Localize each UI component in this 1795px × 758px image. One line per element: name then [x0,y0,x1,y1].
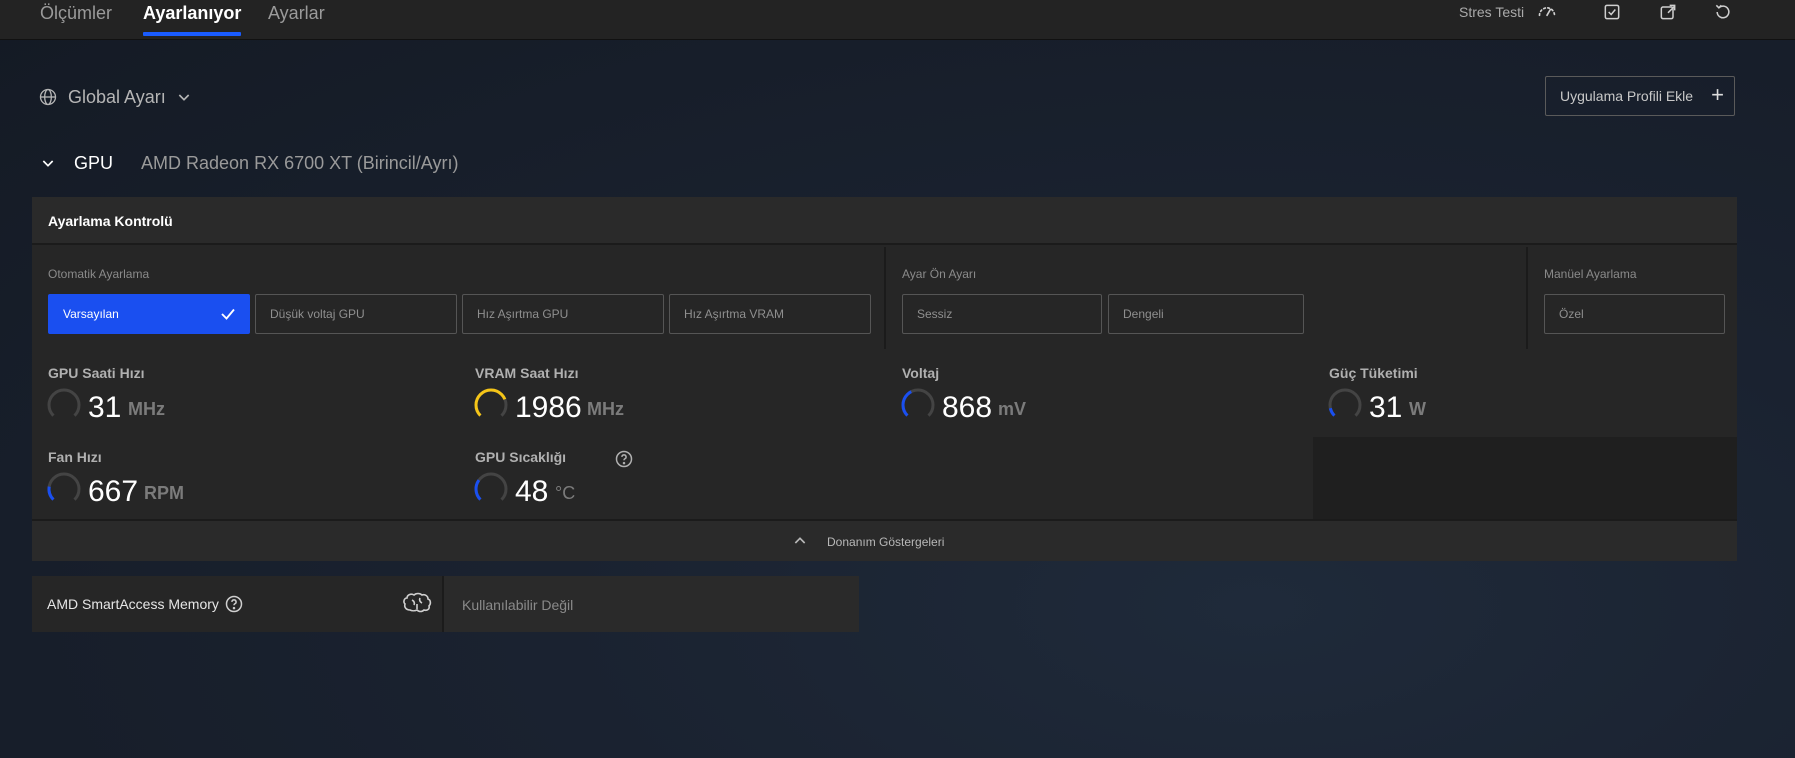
gauge-icon [47,388,81,422]
metric-gpu-clock: GPU Saati Hızı 31 MHz [32,353,457,435]
plus-icon: + [1711,82,1724,107]
gpu-header: GPU AMD Radeon RX 6700 XT (Birincil/Ayrı… [40,150,458,176]
global-profile-selector[interactable]: Global Ayarı [38,84,192,110]
gauge-track [901,388,935,422]
reset-icon[interactable] [1711,0,1735,24]
auto-tuning-section: Otomatik Ayarlama Varsayılan Düşük volta… [32,247,884,349]
option-balanced[interactable]: Dengeli [1108,294,1304,334]
metric-power: Güç Tüketimi 31 W [1313,353,1737,435]
metric-vram-clock: VRAM Saat Hızı 1986 MHz [459,353,884,435]
metric-label: GPU Saati Hızı [48,365,145,381]
gauge-track [474,472,508,506]
gauge-icon [901,388,935,422]
help-icon[interactable] [224,594,244,614]
top-bar: Ölçümler Ayarlanıyor Ayarlar Stres Testi [0,0,1795,40]
metric-value: 667 [88,475,139,508]
panel-header: Ayarlama Kontrolü [32,197,1737,245]
option-default-label: Varsayılan [63,307,119,321]
chevron-up-icon [794,537,806,544]
metric-fan-speed: Fan Hızı 667 RPM [32,437,457,519]
option-undervolt-gpu[interactable]: Düşük voltaj GPU [255,294,457,334]
tab-tuning-label: Ayarlanıyor [143,3,242,23]
option-quiet[interactable]: Sessiz [902,294,1102,334]
metric-unit: W [1409,399,1426,419]
panel-title: Ayarlama Kontrolü [48,213,173,229]
metric-voltage: Voltaj 868 mV [886,353,1311,435]
gauge-track [47,472,81,506]
gauge-icon[interactable] [1535,0,1559,24]
metric-unit: RPM [144,483,184,503]
tab-active-indicator [143,32,242,36]
option-overclock-vram[interactable]: Hız Aşırtma VRAM [669,294,871,334]
gauge-icon [47,472,81,506]
metric-unit: MHz [587,399,624,419]
gauge-fill [901,388,935,422]
gauge-fill [474,472,508,506]
gauge-fill [47,388,81,422]
tab-settings[interactable]: Ayarlar [268,0,325,36]
metric-value: 31 [1369,391,1403,424]
metric-gpu-temp: GPU Sıcaklığı 48 °C [459,437,884,519]
gauge-fill [47,472,81,506]
tuning-control-panel: Ayarlama Kontrolü Otomatik Ayarlama Vars… [32,197,1737,561]
gauge-icon [474,472,508,506]
metric-empty-slot [886,437,1311,519]
metric-value: 31 [88,391,122,424]
stress-test-label[interactable]: Stres Testi [1459,4,1524,20]
auto-tuning-label: Otomatik Ayarlama [48,267,150,281]
metric-value: 1986 [515,391,582,424]
chevron-collapse-icon[interactable] [40,155,56,171]
globe-icon [39,88,57,106]
gauge-track [47,388,81,422]
export-icon[interactable] [1656,0,1680,24]
apply-icon[interactable] [1600,0,1624,24]
metric-label: Güç Tüketimi [1329,365,1418,381]
metric-label: Fan Hızı [48,449,102,465]
metric-unit: MHz [128,399,165,419]
metric-value: 868 [942,391,993,424]
metric-label: GPU Sıcaklığı [475,449,567,465]
global-profile-label: Global Ayarı [68,86,166,107]
tab-metrics[interactable]: Ölçümler [40,0,112,36]
smart-access-memory-row: AMD SmartAccess Memory Kullanılabilir De… [32,576,859,632]
help-icon[interactable] [614,449,634,469]
gauge-icon [1328,388,1362,422]
gauge-fill [474,388,508,422]
metric-label: Voltaj [902,365,940,381]
brain-icon [403,592,432,613]
add-app-profile-button[interactable]: Uygulama Profili Ekle + [1545,76,1735,116]
metric-empty-slot [1313,437,1737,519]
smart-access-memory-status: Kullanılabilir Değil [462,597,574,613]
hardware-indicators-label: Donanım Göstergeleri [827,535,945,549]
gauge-icon [474,388,508,422]
chevron-down-icon [178,94,189,101]
manual-tuning-section: Manüel Ayarlama Özel [1528,247,1737,349]
option-custom[interactable]: Özel [1544,294,1725,334]
option-default[interactable]: Varsayılan [48,294,250,334]
option-overclock-gpu[interactable]: Hız Aşırtma GPU [462,294,664,334]
gpu-label: GPU [74,152,114,173]
gauge-track [474,388,508,422]
metric-value: 48 [515,475,549,508]
gauge-track [1328,388,1362,422]
metric-unit: mV [998,399,1027,419]
smart-access-memory-label-cell: AMD SmartAccess Memory [32,576,444,632]
preset-section: Ayar Ön Ayarı Sessiz Dengeli [886,247,1526,349]
manual-tuning-label: Manüel Ayarlama [1544,267,1637,281]
gauge-fill [1328,388,1362,422]
gpu-name: AMD Radeon RX 6700 XT (Birincil/Ayrı) [141,152,459,173]
tab-tuning[interactable]: Ayarlanıyor [143,0,242,36]
add-app-profile-label: Uygulama Profili Ekle [1560,88,1694,104]
preset-label: Ayar Ön Ayarı [902,267,977,281]
hardware-indicators-toggle[interactable]: Donanım Göstergeleri [32,519,1737,561]
metric-label: VRAM Saat Hızı [475,365,579,381]
metric-unit: °C [555,483,576,503]
check-icon [221,308,235,320]
smart-access-memory-label: AMD SmartAccess Memory [47,596,219,612]
